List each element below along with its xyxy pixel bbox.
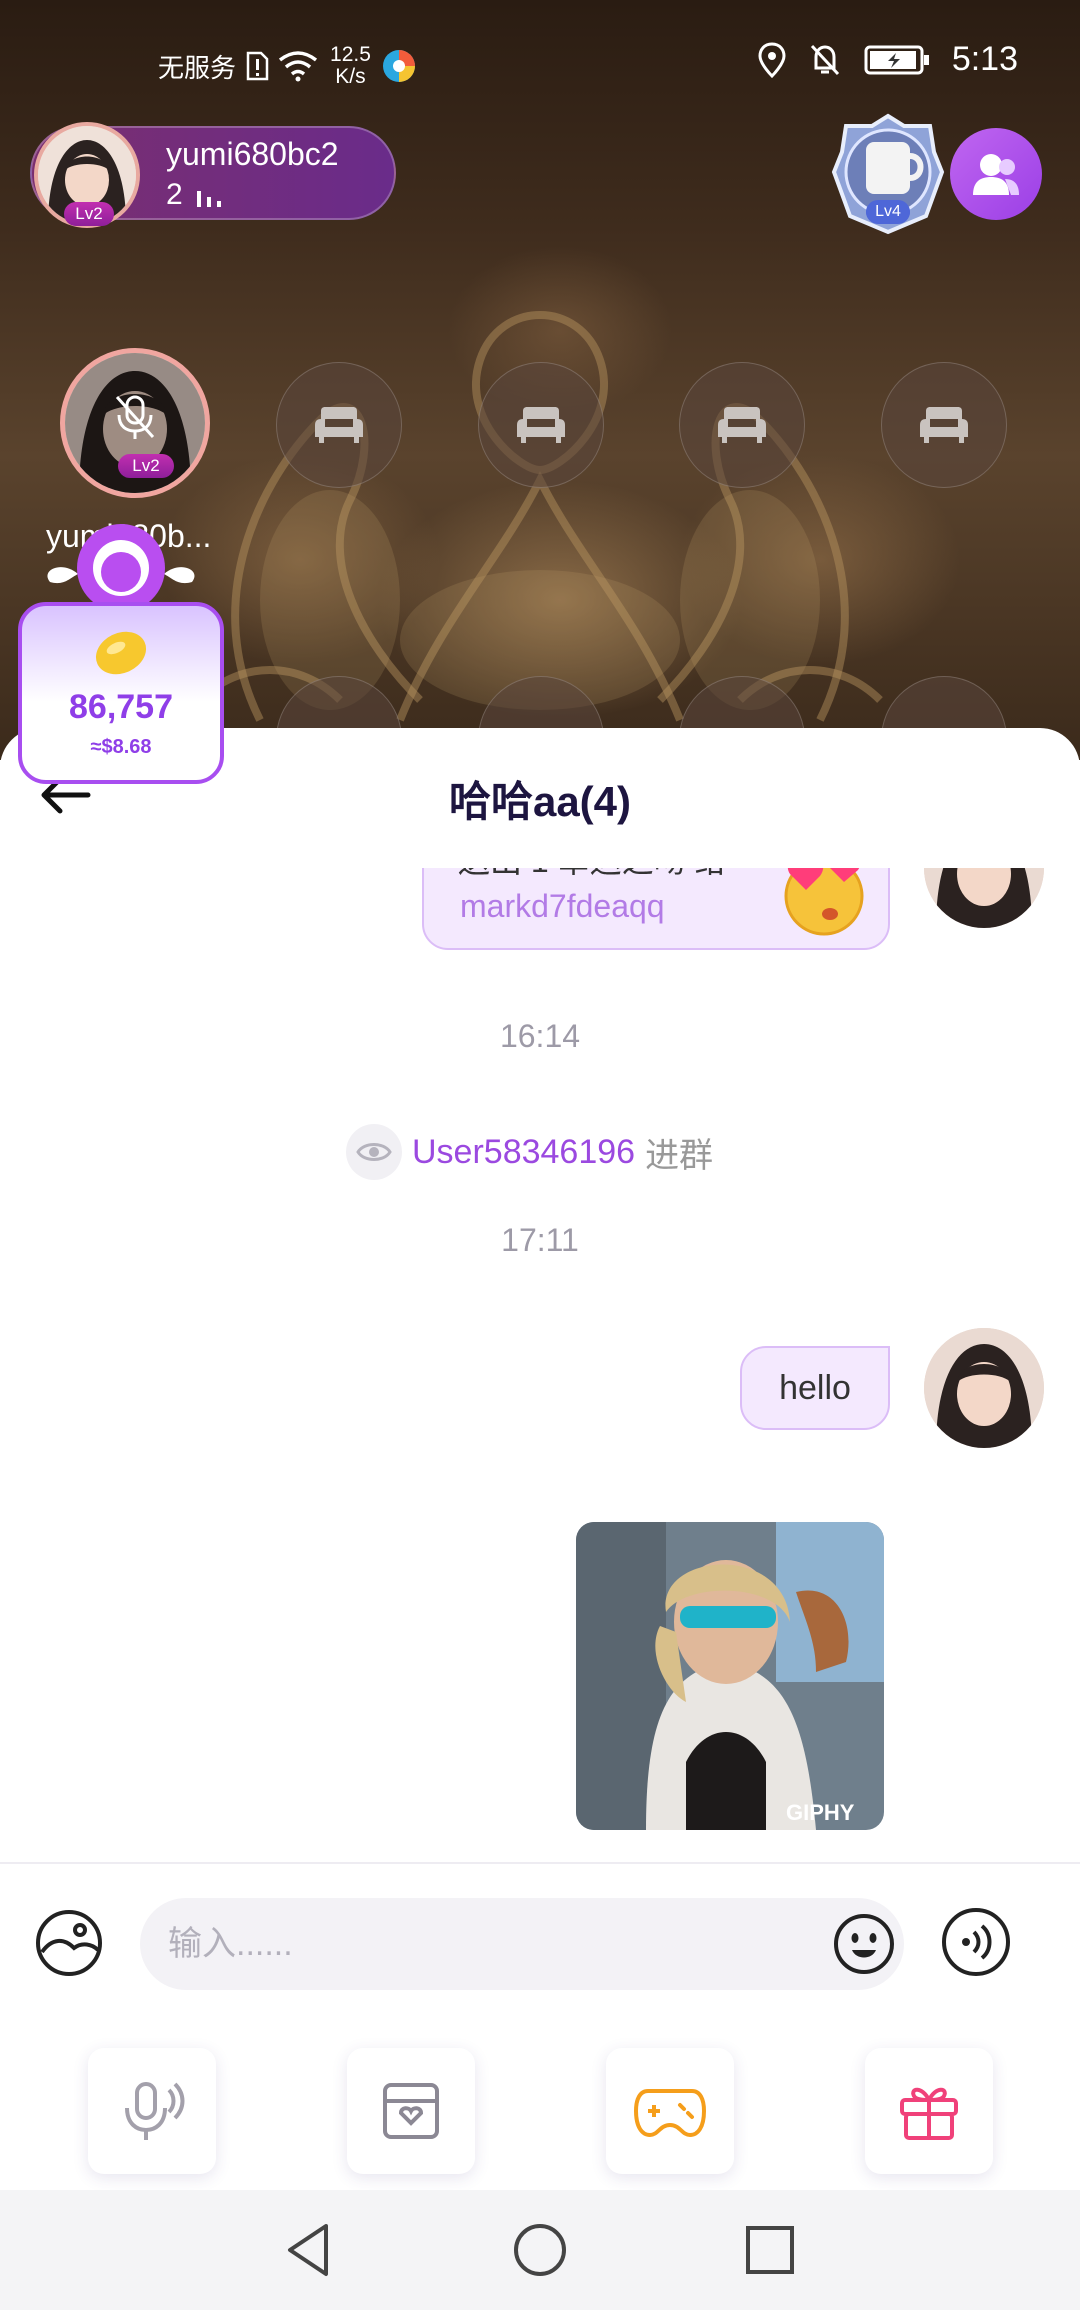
kiss-emoji-icon <box>784 868 864 936</box>
eye-icon <box>346 1124 402 1180</box>
gift-recipient[interactable]: markd7fdeaqq <box>460 888 665 925</box>
box-tool-button[interactable] <box>347 2048 475 2174</box>
join-action-text: 进群 <box>645 1136 714 1175</box>
image-picker-icon[interactable] <box>34 1908 104 1978</box>
bean-coin-icon <box>95 631 147 675</box>
carrier-label: 无服务 <box>158 52 237 83</box>
gift-icon <box>900 2087 958 2140</box>
game-tool-button[interactable] <box>606 2048 734 2174</box>
network-speed-unit: K/s <box>335 65 366 88</box>
room-owner-chip[interactable]: Lv2 yumi680bc2 2 <box>30 122 396 228</box>
sender-avatar[interactable] <box>924 1328 1044 1448</box>
message-list[interactable]: 送出 1 幸运之吻 给 markd7fdeaqq 16:14 <box>0 868 1080 1868</box>
join-notice: User58346196 进群 <box>346 1124 713 1180</box>
avatar-image <box>924 868 1044 928</box>
empty-seat-1[interactable] <box>276 362 402 488</box>
coin-balance-card[interactable]: 86,757 ≈$8.68 <box>18 602 224 784</box>
signal-bars-icon <box>196 191 221 207</box>
text-message-bubble[interactable]: hello <box>740 1346 890 1430</box>
clock: 5:13 <box>951 40 1018 78</box>
input-divider <box>0 1862 1080 1864</box>
owner-level-badge: Lv2 <box>64 202 114 226</box>
giphy-watermark: GIPHY <box>786 1800 855 1825</box>
owner-name: yumi680bc2 <box>166 136 339 172</box>
gif-message[interactable]: GIPHY <box>576 1522 884 1830</box>
gift-message-bubble[interactable]: 送出 1 幸运之吻 给 markd7fdeaqq <box>422 868 890 950</box>
members-button[interactable] <box>950 128 1042 220</box>
sim-alert-icon <box>246 51 269 81</box>
nav-back-icon[interactable] <box>280 2220 340 2280</box>
app-notification-icon <box>382 50 415 82</box>
timestamp: 17:11 <box>501 1222 579 1258</box>
message-input-container[interactable] <box>140 1898 904 1990</box>
gift-box-icon <box>383 2083 439 2139</box>
message-input[interactable] <box>168 1898 808 1990</box>
sofa-icon <box>718 407 766 443</box>
empty-seat-4[interactable] <box>881 362 1007 488</box>
battery-icon <box>864 45 929 74</box>
location-icon <box>758 41 786 78</box>
sofa-icon <box>517 407 565 443</box>
sender-avatar[interactable] <box>924 868 1044 928</box>
host-level-badge: Lv2 <box>118 454 174 478</box>
sofa-icon <box>920 407 968 443</box>
coin-usd-value: ≈$8.68 <box>90 736 152 758</box>
empty-seat-2[interactable] <box>478 362 604 488</box>
nav-recents-icon[interactable] <box>740 2220 800 2280</box>
network-speed-value: 12.5 <box>330 43 371 66</box>
group-chat-sheet: 哈哈aa(4) 送出 1 幸运之吻 给 markd7fdeaqq 16:14 <box>0 728 1080 2190</box>
user-icon <box>973 154 1019 195</box>
emoji-icon[interactable] <box>830 1910 898 1978</box>
voice-message-icon[interactable] <box>940 1906 1012 1978</box>
online-count: 2 <box>166 178 183 211</box>
avatar-image <box>924 1328 1044 1448</box>
join-username[interactable]: User58346196 <box>412 1133 635 1172</box>
mic-tool-button[interactable] <box>88 2048 216 2174</box>
level-medal[interactable]: Lv4 <box>830 112 946 236</box>
system-navigation-bar <box>0 2190 1080 2310</box>
mic-icon <box>125 2082 185 2140</box>
gift-message-text: 送出 1 幸运之吻 给 <box>458 868 726 882</box>
sofa-icon <box>315 407 363 443</box>
gamepad-icon <box>634 2089 706 2138</box>
medal-level: Lv4 <box>866 200 910 224</box>
status-bar: 无服务 12.5 K/s 5:13 <box>0 30 1080 96</box>
timestamp: 16:14 <box>499 1018 581 1054</box>
coin-amount: 86,757 <box>69 688 173 726</box>
gift-tool-button[interactable] <box>865 2048 993 2174</box>
wifi-icon <box>278 51 318 82</box>
mic-muted-icon <box>115 395 155 439</box>
mute-bell-icon <box>810 44 839 75</box>
gif-image: GIPHY <box>576 1522 884 1830</box>
empty-seat-3[interactable] <box>679 362 805 488</box>
nav-home-icon[interactable] <box>510 2220 570 2280</box>
